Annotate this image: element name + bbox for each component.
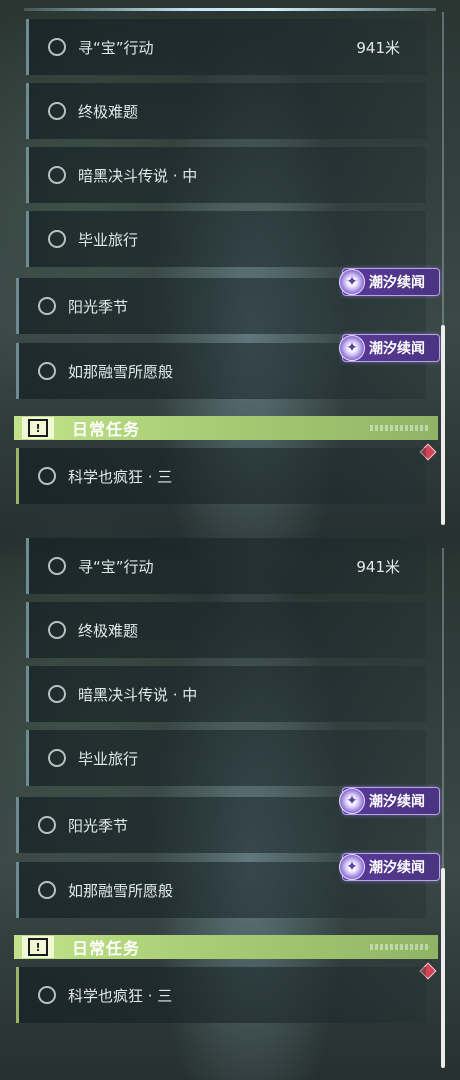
row-accent-bar [16,448,19,504]
event-tag: ✦ 潮汐续闻 [339,853,440,881]
event-tag-text: 潮汐续闻 [369,341,425,357]
daily-section-title: 日常任务 [72,420,141,439]
event-tag: ✦ 潮汐续闻 [339,787,440,815]
quest-name: 如那融雪所愿般 [68,881,174,900]
circle-outline-icon [38,881,56,899]
quest-panel-bottom: 寻“宝”行动 941米 终极难题 暗黑决斗传说 · 中 毕业旅行 阳光季节 ✦ … [0,538,460,1068]
scrollbar-thumb[interactable] [441,868,445,1068]
daily-section-header[interactable]: ! 日常任务 [14,416,438,440]
circle-outline-icon [48,38,66,56]
tide-event-icon: ✦ [339,269,365,295]
quest-name: 如那融雪所愿般 [68,362,174,381]
quest-row[interactable]: 暗黑决斗传说 · 中 [26,147,426,203]
quest-name: 毕业旅行 [78,230,139,249]
quest-distance: 941米 [356,38,400,57]
panel-top-highlight [24,8,436,11]
row-accent-bar [26,211,29,267]
quest-row[interactable]: 终极难题 [26,83,426,139]
daily-quest-row[interactable]: 科学也疯狂 · 三 [16,448,426,504]
circle-outline-icon [48,685,66,703]
event-tag: ✦ 潮汐续闻 [339,268,440,296]
circle-outline-icon [38,816,56,834]
daily-quest-row[interactable]: 科学也疯狂 · 三 [16,967,426,1023]
quest-name: 科学也疯狂 · 三 [68,467,173,486]
row-accent-bar [26,666,29,722]
quest-panel-top: 寻“宝”行动 941米 终极难题 暗黑决斗传说 · 中 毕业旅行 阳光季节 ✦ … [0,0,460,525]
circle-outline-icon [48,166,66,184]
quest-name: 阳光季节 [68,816,129,835]
circle-outline-icon [48,557,66,575]
quest-name: 阳光季节 [68,297,129,316]
row-accent-bar [16,343,19,399]
row-accent-bar [26,147,29,203]
event-tag-text: 潮汐续闻 [369,860,425,876]
circle-outline-icon [48,230,66,248]
circle-outline-icon [38,986,56,1004]
quest-row[interactable]: 毕业旅行 [26,211,426,267]
daily-section-title: 日常任务 [72,939,141,958]
event-tag-text: 潮汐续闻 [369,794,425,810]
circle-outline-icon [38,297,56,315]
quest-row[interactable]: 寻“宝”行动 941米 [26,19,426,75]
quest-name: 暗黑决斗传说 · 中 [78,166,198,185]
row-accent-bar [26,538,29,594]
row-accent-bar [16,967,19,1023]
circle-outline-icon [48,621,66,639]
row-accent-bar [16,797,19,853]
row-accent-bar [26,602,29,658]
quest-row[interactable]: 毕业旅行 [26,730,426,786]
daily-section-header[interactable]: ! 日常任务 [14,935,438,959]
circle-outline-icon [38,362,56,380]
quest-name: 寻“宝”行动 [78,557,154,576]
row-accent-bar [16,278,19,334]
row-accent-bar [26,83,29,139]
row-accent-bar [16,862,19,918]
event-tag-text: 潮汐续闻 [369,275,425,291]
row-accent-bar [26,19,29,75]
quest-name: 暗黑决斗传说 · 中 [78,685,198,704]
row-accent-bar [26,730,29,786]
exclamation-icon: ! [22,936,54,958]
circle-outline-icon [48,749,66,767]
quest-distance: 941米 [356,557,400,576]
scrollbar-thumb[interactable] [441,325,445,525]
tide-event-icon: ✦ [339,788,365,814]
header-decoration [370,425,430,431]
quest-name: 毕业旅行 [78,749,139,768]
circle-outline-icon [48,102,66,120]
quest-name: 终极难题 [78,621,139,640]
exclamation-icon: ! [22,417,54,439]
quest-row[interactable]: 暗黑决斗传说 · 中 [26,666,426,722]
header-decoration [370,944,430,950]
event-tag: ✦ 潮汐续闻 [339,334,440,362]
quest-row[interactable]: 寻“宝”行动 941米 [26,538,426,594]
circle-outline-icon [38,467,56,485]
quest-name: 终极难题 [78,102,139,121]
quest-name: 寻“宝”行动 [78,38,154,57]
tide-event-icon: ✦ [339,335,365,361]
quest-name: 科学也疯狂 · 三 [68,986,173,1005]
quest-row[interactable]: 终极难题 [26,602,426,658]
tide-event-icon: ✦ [339,854,365,880]
